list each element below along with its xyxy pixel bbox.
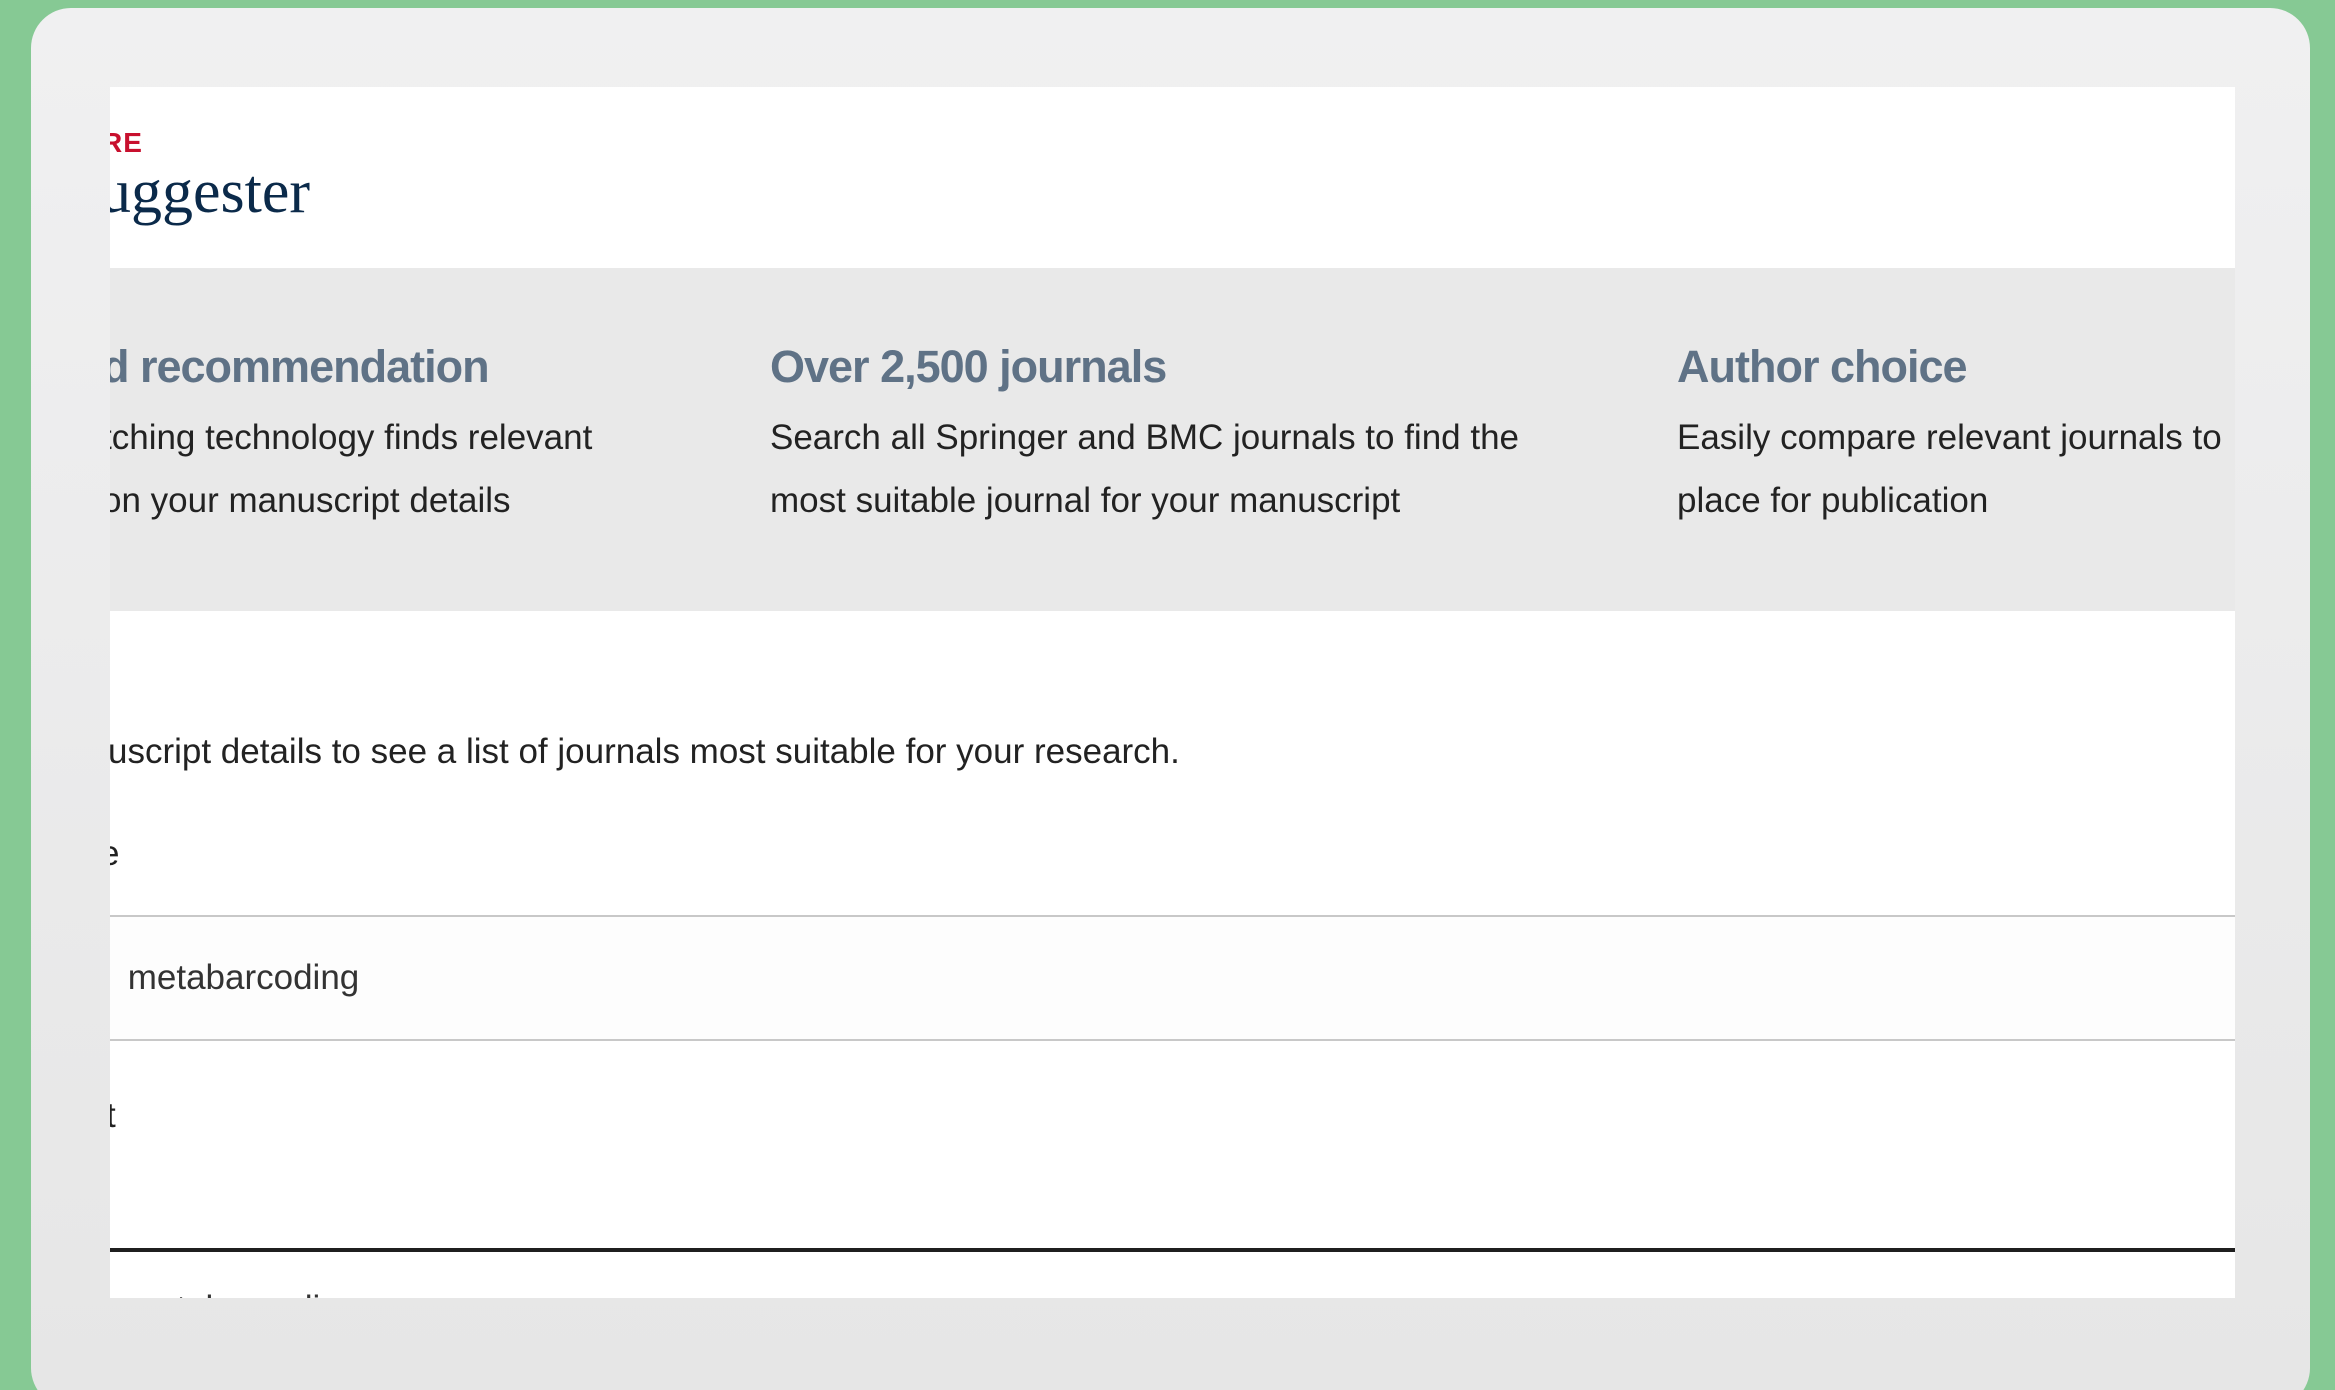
feature-title: Author choice <box>1677 341 1968 392</box>
features-band: d recommendation tching technology finds… <box>110 268 2235 611</box>
feature-desc-line2: most suitable journal for your manuscrip… <box>770 480 1401 520</box>
title-field-label: e <box>110 833 119 875</box>
page-viewport: RE uggester d recommendation tching tech… <box>110 87 2235 1298</box>
feature-journals: Over 2,500 journals Search all Springer … <box>770 342 1590 532</box>
feature-title: Over 2,500 journals <box>770 341 1167 392</box>
manuscript-form: uscript details to see a list of journal… <box>110 611 2235 1298</box>
feature-desc-line2: place for publication <box>1677 480 1989 520</box>
title-input[interactable] <box>110 915 2235 1041</box>
brand-kicker: RE <box>110 127 143 158</box>
abstract-field-label: t <box>110 1096 116 1135</box>
brand-title[interactable]: uggester <box>110 155 310 229</box>
abstract-textarea[interactable]: metabarcoding <box>110 1248 2235 1298</box>
feature-desc-line1: Easily compare relevant journals to <box>1677 417 2222 457</box>
feature-author-choice: Author choice Easily compare relevant jo… <box>1677 342 2235 532</box>
form-intro: uscript details to see a list of journal… <box>110 732 1180 771</box>
browser-frame: RE uggester d recommendation tching tech… <box>31 8 2310 1390</box>
site-header: RE uggester <box>110 87 2235 268</box>
feature-desc-line1: Search all Springer and BMC journals to … <box>770 417 1520 457</box>
